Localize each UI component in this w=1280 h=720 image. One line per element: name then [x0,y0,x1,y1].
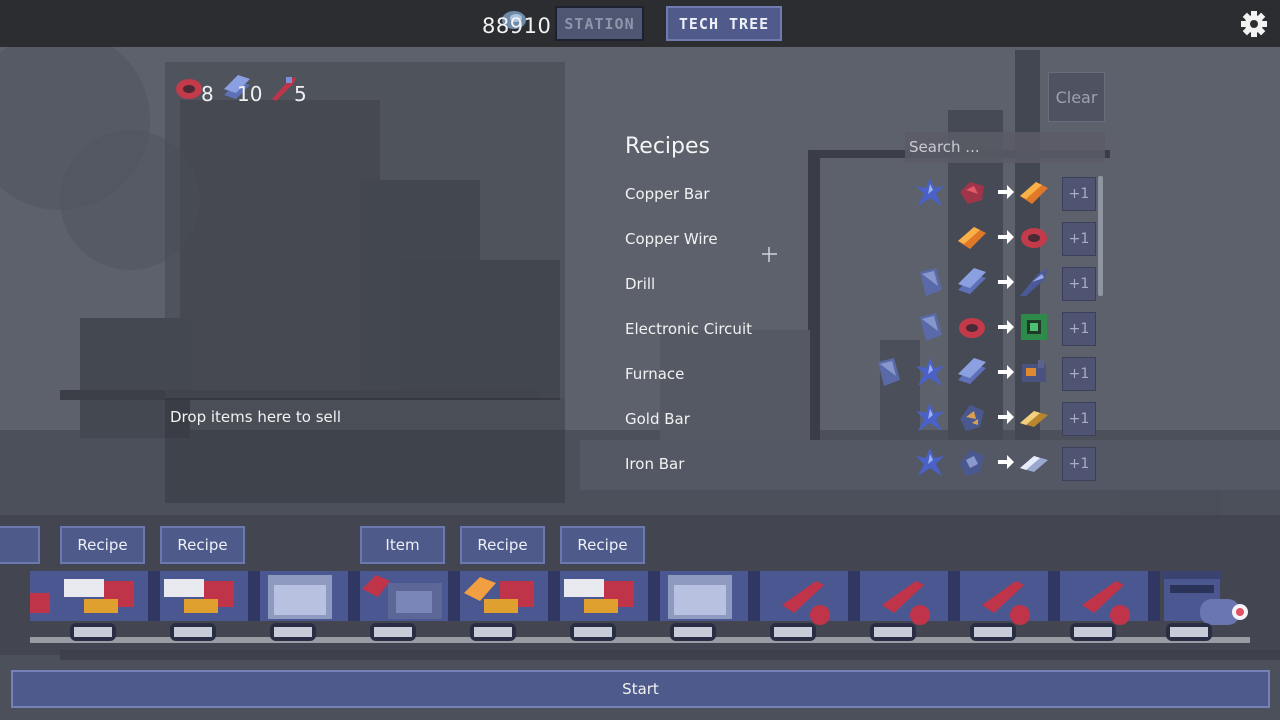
arrow-icon [998,185,1014,199]
iron-bar-icon [1020,456,1048,472]
smelter-car[interactable] [160,571,260,645]
copper-wire-icon[interactable] [174,73,204,103]
copper-wire-icon [1021,228,1047,248]
copper-wire-icon [959,318,985,338]
station-button[interactable]: STATION [555,6,644,41]
recipe-slot-button[interactable]: Recipe [160,526,245,564]
recipes-scrollbar[interactable] [1098,176,1103,296]
money-counter: 88910 [482,14,552,38]
inventory-count: 5 [294,82,307,106]
sell-drop-zone-label: Drop items here to sell [170,408,342,426]
recipe-name: Copper Bar [625,185,710,203]
plate-icon [920,313,942,341]
clear-button[interactable]: Clear [1048,72,1105,122]
add-recipe-button[interactable]: +1 [1062,312,1096,346]
arrow-icon [998,365,1014,379]
crystal-ore-icon [916,358,944,386]
drill-car[interactable] [1060,571,1160,645]
crosshair-cursor-icon [762,247,777,262]
circuit-icon [1021,314,1047,340]
iron-plate-icon [958,268,986,294]
recipe-name: Electronic Circuit [625,320,752,338]
add-recipe-button[interactable]: +1 [1062,402,1096,436]
train-car-partial[interactable] [30,571,60,645]
crystal-ore-icon [916,403,944,431]
recipe-slot-button[interactable]: Recipe [460,526,545,564]
arrow-icon [998,455,1014,469]
recipe-name: Furnace [625,365,685,383]
drill-car[interactable] [860,571,960,645]
gold-ore-icon [960,405,984,431]
recipe-slot-button[interactable]: Recipe [60,526,145,564]
add-recipe-button[interactable]: +1 [1062,357,1096,391]
gold-bar-icon [1020,411,1048,427]
plate-icon [920,268,942,296]
recipe-name: Drill [625,275,656,293]
slot-button-partial[interactable] [0,526,40,564]
recipe-name: Gold Bar [625,410,690,428]
drill-icon [1020,268,1048,296]
copper-bar-icon [1020,182,1048,204]
iron-plate-icon [958,358,986,384]
inventory-panel [165,62,565,398]
drill-car[interactable] [960,571,1060,645]
furnace-icon [1022,360,1046,382]
iron-ore-icon [960,450,984,476]
tech-tree-button[interactable]: TECH TREE [666,6,782,41]
assembler-car[interactable] [660,571,760,645]
inventory-count: 10 [237,82,263,106]
recipe-slot-button[interactable]: Recipe [560,526,645,564]
copper-ore-icon [960,182,984,204]
locomotive[interactable] [1160,571,1250,645]
crystal-ore-icon [916,448,944,476]
arrow-icon [998,275,1014,289]
inventory-count: 8 [201,82,214,106]
copper-bar-icon [958,227,986,249]
recipe-name: Copper Wire [625,230,718,248]
add-recipe-button[interactable]: +1 [1062,222,1096,256]
item-slot-button[interactable]: Item [360,526,445,564]
plate-icon [878,358,900,386]
recipe-search-input[interactable]: Search ... [905,132,1105,163]
add-recipe-button[interactable]: +1 [1062,267,1096,301]
arrow-icon [998,410,1014,424]
arrow-icon [998,230,1014,244]
recipe-name: Iron Bar [625,455,685,473]
smelter-car[interactable] [460,571,560,645]
smelter-car[interactable] [60,571,160,645]
drill-car[interactable] [760,571,860,645]
furnace-car[interactable] [360,571,460,645]
start-button[interactable]: Start [11,670,1270,708]
arrow-icon [998,320,1014,334]
assembler-car[interactable] [260,571,360,645]
recipes-title: Recipes [625,134,711,159]
add-recipe-button[interactable]: +1 [1062,447,1096,481]
smelter-car[interactable] [560,571,660,645]
crystal-ore-icon [916,178,944,206]
gear-icon[interactable] [1241,11,1267,37]
add-recipe-button[interactable]: +1 [1062,177,1096,211]
